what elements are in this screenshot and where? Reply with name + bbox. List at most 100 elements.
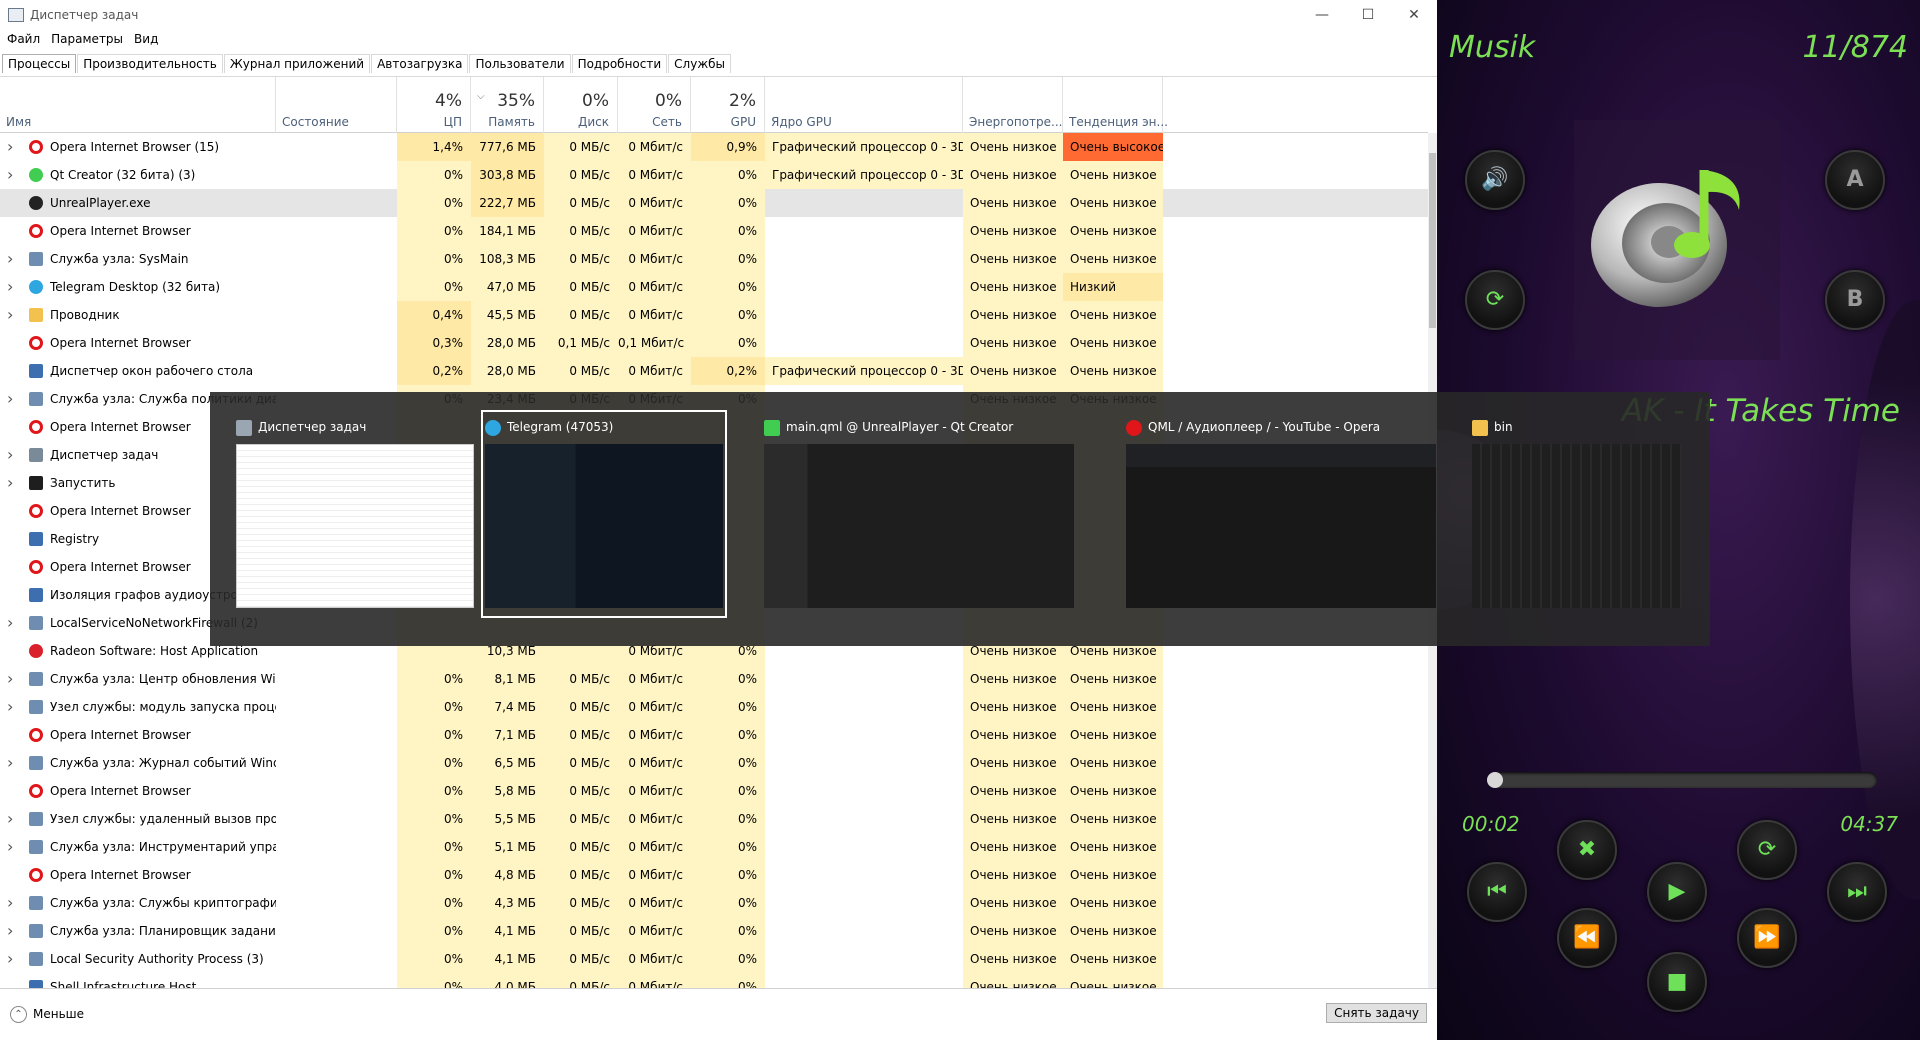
rewind-button[interactable]: ⏪ xyxy=(1557,908,1617,968)
expand-chevron-icon[interactable]: › xyxy=(7,469,17,497)
table-row[interactable]: › Opera Internet Browser (15) 1,4% 777,6 МБ… xyxy=(0,133,1428,161)
table-row[interactable]: UnrealPlayer.exe 0% 222,7 МБ 0 МБ/с 0 Мбит/с… xyxy=(0,189,1428,217)
column-header-tr[interactable]: Тенденция эн... xyxy=(1063,77,1168,133)
expand-chevron-icon[interactable]: › xyxy=(7,917,17,945)
name-cell: › Узел службы: модуль запуска процес... xyxy=(0,693,276,721)
table-row[interactable]: › Local Security Authority Process (3) 0% 4… xyxy=(0,945,1428,973)
tr-cell: Очень низкое xyxy=(1063,189,1163,217)
fast-forward-button[interactable]: ⏩ xyxy=(1737,908,1797,968)
menu-options[interactable]: Параметры xyxy=(47,32,127,46)
column-header-name[interactable]: Имя xyxy=(0,77,276,133)
column-percent-cpu: 4% xyxy=(435,91,462,111)
gear-icon xyxy=(29,700,43,714)
tab-performance[interactable]: Производительность xyxy=(77,54,223,73)
net-cell: 0 Мбит/с xyxy=(618,889,691,917)
table-row[interactable]: Opera Internet Browser 0% 5,8 МБ 0 МБ/с 0 Мб… xyxy=(0,777,1428,805)
b-button[interactable]: B xyxy=(1825,270,1885,330)
mem-cell: 4,3 МБ xyxy=(471,889,544,917)
column-header-mem[interactable]: 35% Память xyxy=(471,77,544,133)
column-header-disk[interactable]: 0% Диск xyxy=(544,77,618,133)
expand-chevron-icon[interactable]: › xyxy=(7,385,17,413)
tab-users[interactable]: Пользователи xyxy=(469,54,571,73)
table-row[interactable]: Opera Internet Browser 0% 7,1 МБ 0 МБ/с 0 Мб… xyxy=(0,721,1428,749)
column-label-state: Состояние xyxy=(282,115,349,129)
expand-chevron-icon[interactable]: › xyxy=(7,945,17,973)
repeat-button[interactable]: ⟳ xyxy=(1465,270,1525,330)
switcher-window-1[interactable]: Telegram (47053) xyxy=(481,410,727,618)
expand-chevron-icon[interactable]: › xyxy=(7,749,17,777)
expand-chevron-icon[interactable]: › xyxy=(7,693,17,721)
expand-chevron-icon[interactable]: › xyxy=(7,805,17,833)
end-task-button[interactable]: Снять задачу xyxy=(1326,1003,1427,1023)
maximize-button[interactable]: ☐ xyxy=(1345,3,1391,27)
table-row[interactable]: › Служба узла: Журнал событий Windo... 0% 6… xyxy=(0,749,1428,777)
expand-chevron-icon[interactable]: › xyxy=(7,161,17,189)
menu-view[interactable]: Вид xyxy=(130,32,162,46)
table-row[interactable]: Shell Infrastructure Host 0% 4,0 МБ 0 МБ/с 0… xyxy=(0,973,1428,988)
close-button[interactable]: ✕ xyxy=(1391,3,1437,27)
expand-chevron-icon[interactable]: › xyxy=(7,609,17,637)
table-row[interactable]: Opera Internet Browser 0,3% 28,0 МБ 0,1 МБ/… xyxy=(0,329,1428,357)
tab-details[interactable]: Подробности xyxy=(571,54,668,73)
table-row[interactable]: › Проводник 0,4% 45,5 МБ 0 МБ/с 0 Мбит/с 0% Оче… xyxy=(0,301,1428,329)
column-header-cpu[interactable]: 4% ЦП xyxy=(397,77,471,133)
volume-button[interactable]: 🔊 xyxy=(1465,150,1525,210)
table-row[interactable]: Opera Internet Browser 0% 4,8 МБ 0 МБ/с 0 Мб… xyxy=(0,861,1428,889)
gear-icon xyxy=(29,756,43,770)
fewer-details-button[interactable]: ⌃ Меньше xyxy=(10,1005,84,1023)
disk-cell: 0 МБ/с xyxy=(544,217,618,245)
a-button[interactable]: A xyxy=(1825,150,1885,210)
table-row[interactable]: Диспетчер окон рабочего стола 0,2% 28,0 МБ… xyxy=(0,357,1428,385)
gpu-cell: 0% xyxy=(691,161,765,189)
expand-chevron-icon[interactable]: › xyxy=(7,833,17,861)
table-row[interactable]: › Служба узла: Службы криптографии 0% 4,3 М… xyxy=(0,889,1428,917)
switcher-window-0[interactable]: Диспетчер задач xyxy=(236,414,474,614)
shuffle-button[interactable]: ✖ xyxy=(1557,820,1617,880)
play-button[interactable]: ▶ xyxy=(1647,862,1707,922)
table-row[interactable]: › Узел службы: удаленный вызов проц... 0% 5… xyxy=(0,805,1428,833)
previous-track-button[interactable]: ⏮ xyxy=(1467,862,1527,922)
disk-cell: 0 МБ/с xyxy=(544,301,618,329)
switcher-window-2[interactable]: main.qml @ UnrealPlayer - Qt Creator xyxy=(764,414,1074,614)
expand-chevron-icon[interactable]: › xyxy=(7,665,17,693)
expand-chevron-icon[interactable]: › xyxy=(7,273,17,301)
table-row[interactable]: › Служба узла: Планировщик заданий 0% 4,1 М… xyxy=(0,917,1428,945)
tab-processes[interactable]: Процессы xyxy=(2,54,77,73)
tab-services[interactable]: Службы xyxy=(668,54,732,73)
table-row[interactable]: Opera Internet Browser 0% 184,1 МБ 0 МБ/с 0 … xyxy=(0,217,1428,245)
tab-app-history[interactable]: Журнал приложений xyxy=(223,54,371,73)
gpu-cell: 0% xyxy=(691,749,765,777)
table-row[interactable]: › Служба узла: Инструментарий управ... 0% 5… xyxy=(0,833,1428,861)
switcher-window-3[interactable]: QML / Аудиоплеер / - YouTube - Opera xyxy=(1126,414,1436,614)
column-label-cpu: ЦП xyxy=(443,115,462,129)
menu-file[interactable]: Файл xyxy=(3,32,44,46)
stop-button[interactable]: ■ xyxy=(1647,952,1707,1012)
switcher-window-4[interactable]: bin xyxy=(1472,414,1682,614)
expand-chevron-icon[interactable]: › xyxy=(7,889,17,917)
expand-chevron-icon[interactable]: › xyxy=(7,441,17,469)
table-row[interactable]: › Qt Creator (32 бита) (3) 0% 303,8 МБ 0 МБ/… xyxy=(0,161,1428,189)
tr-cell: Очень низкое xyxy=(1063,329,1163,357)
tab-startup[interactable]: Автозагрузка xyxy=(371,54,469,73)
column-header-eng[interactable]: Ядро GPU xyxy=(765,77,963,133)
minimize-button[interactable]: — xyxy=(1299,3,1345,27)
table-row[interactable]: › Служба узла: SysMain 0% 108,3 МБ 0 МБ/с 0 М… xyxy=(0,245,1428,273)
column-header-gpu[interactable]: 2% GPU xyxy=(691,77,765,133)
column-header-net[interactable]: 0% Сеть xyxy=(618,77,691,133)
switcher-window-title: Диспетчер задач xyxy=(258,420,367,434)
scrollbar-thumb[interactable] xyxy=(1429,153,1436,328)
column-header-pw[interactable]: Энергопотре... xyxy=(963,77,1063,133)
opera-icon xyxy=(29,420,43,434)
table-row[interactable]: › Telegram Desktop (32 бита) 0% 47,0 МБ 0 МБ… xyxy=(0,273,1428,301)
disk-cell: 0 МБ/с xyxy=(544,665,618,693)
table-row[interactable]: › Узел службы: модуль запуска процес... 0%… xyxy=(0,693,1428,721)
expand-chevron-icon[interactable]: › xyxy=(7,245,17,273)
table-row[interactable]: › Служба узла: Центр обновления Wind... 0%… xyxy=(0,665,1428,693)
loop-button[interactable]: ⟳ xyxy=(1737,820,1797,880)
expand-chevron-icon[interactable]: › xyxy=(7,301,17,329)
progress-bar[interactable] xyxy=(1487,772,1877,788)
next-track-button[interactable]: ⏭ xyxy=(1827,862,1887,922)
column-header-state[interactable]: Состояние xyxy=(276,77,397,133)
gpu-cell: 0% xyxy=(691,917,765,945)
expand-chevron-icon[interactable]: › xyxy=(7,133,17,161)
